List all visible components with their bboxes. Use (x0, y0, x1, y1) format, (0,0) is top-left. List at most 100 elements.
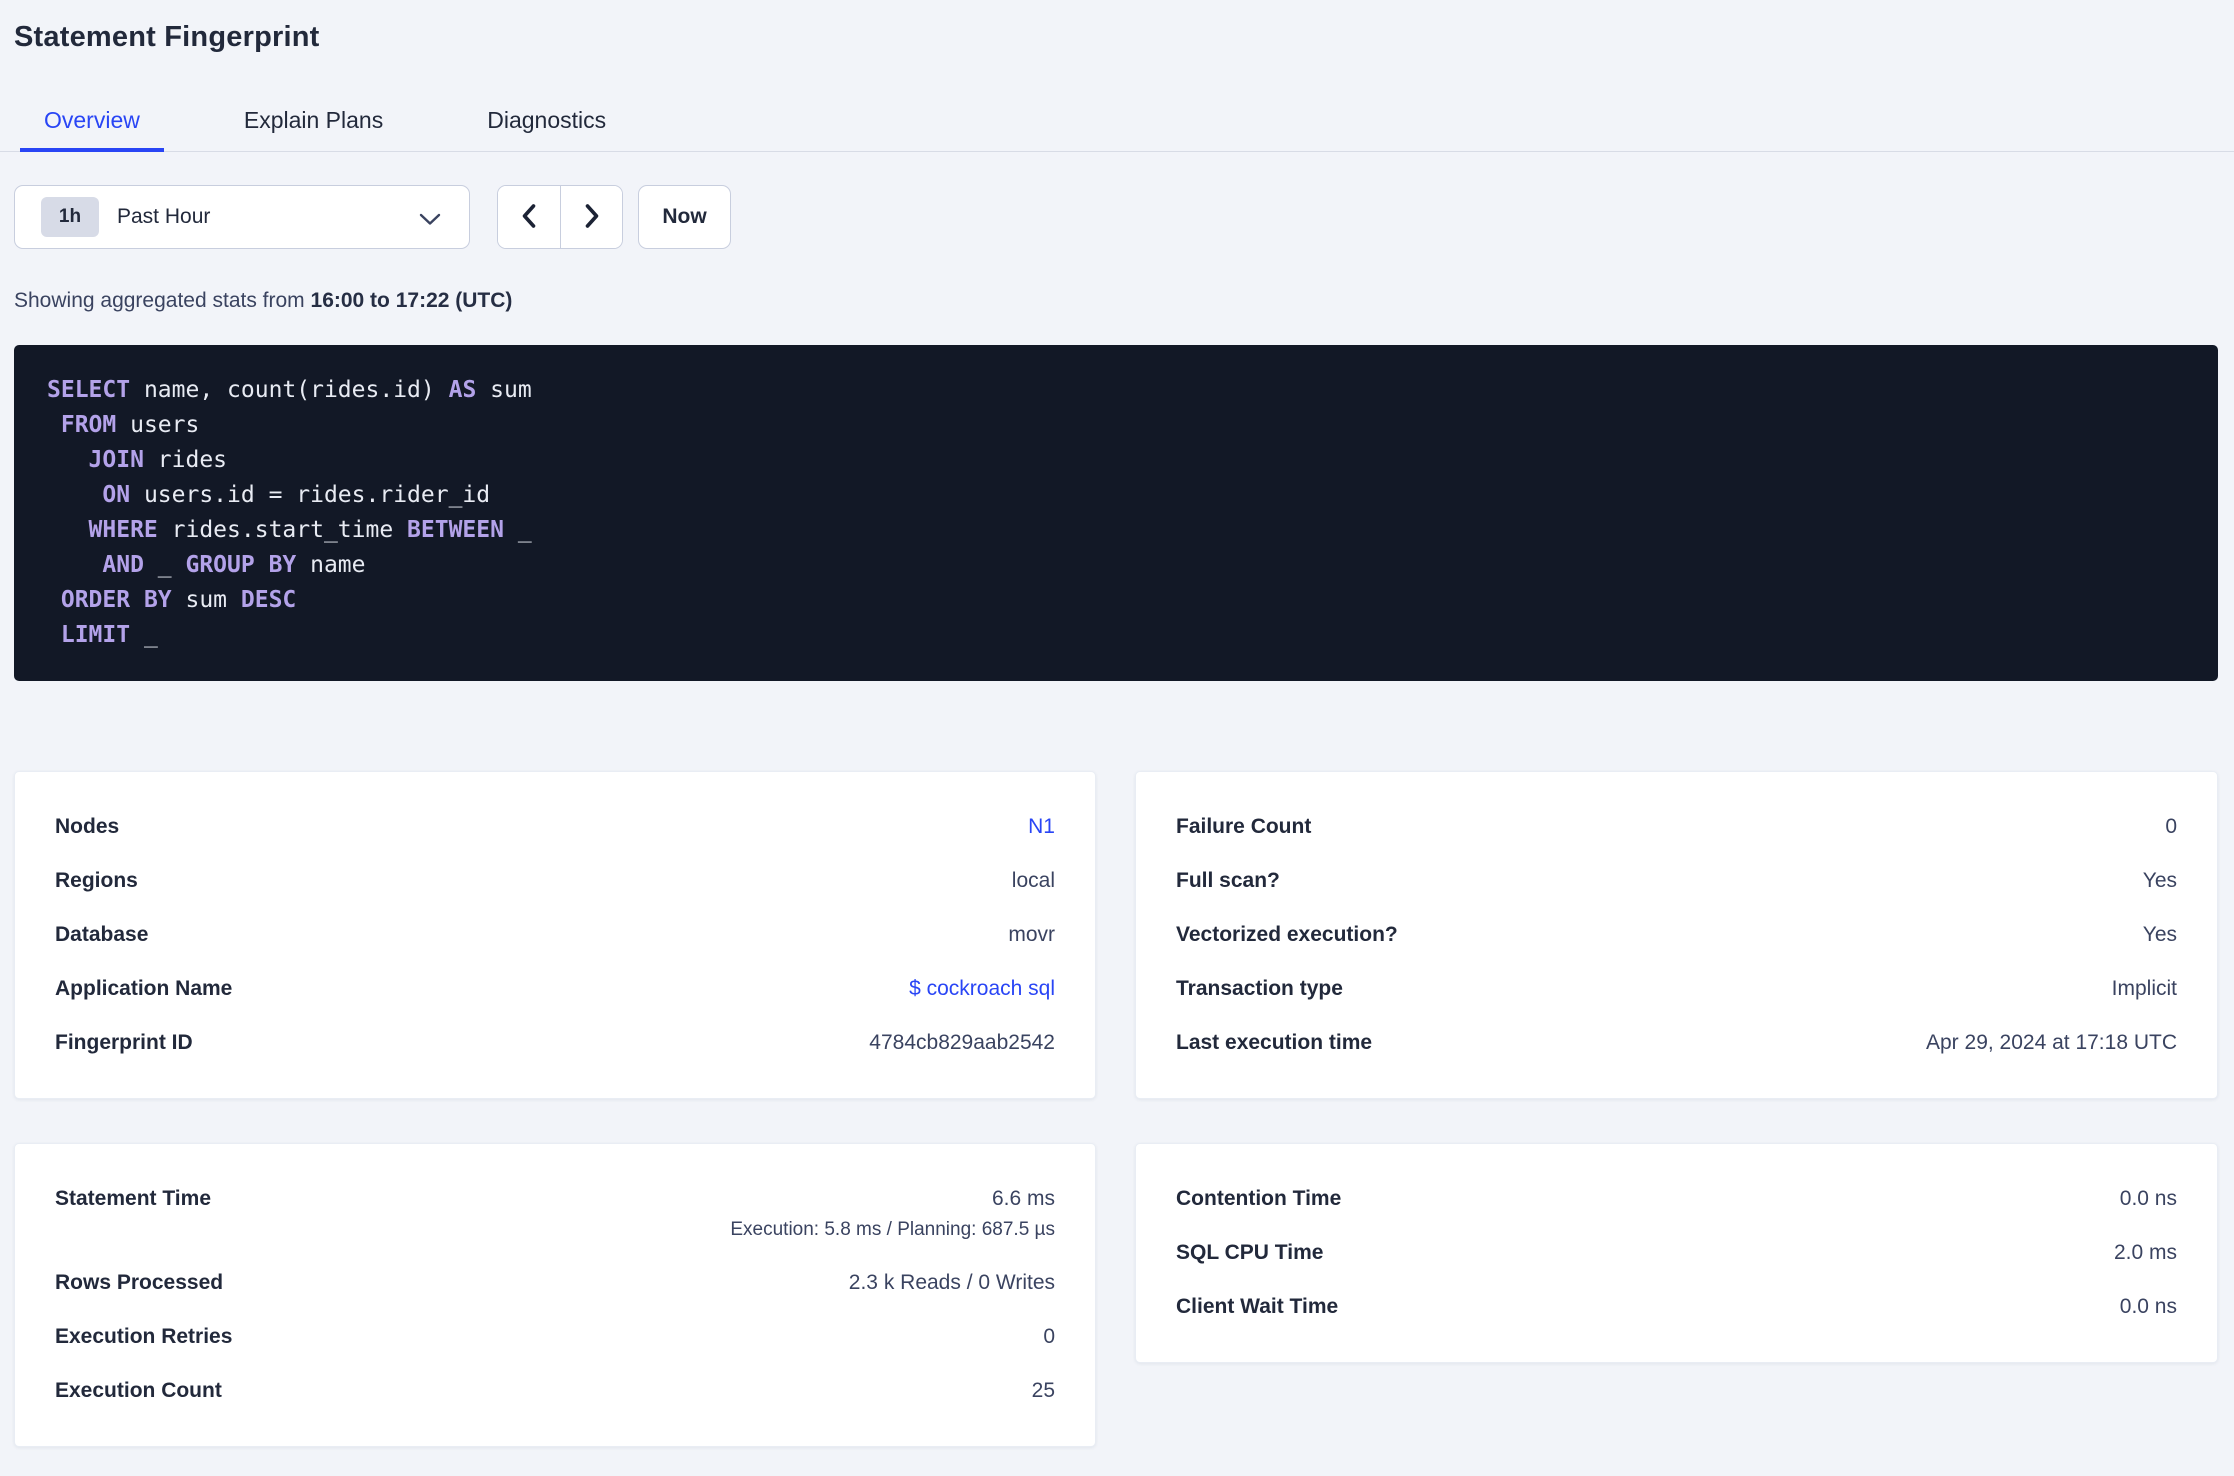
sql-keyword: ORDER BY (60, 587, 172, 613)
sql-line: WHERE rides.start_time BETWEEN _ (47, 513, 2188, 548)
sql-keyword: JOIN (88, 447, 144, 473)
row-caption: Execution: 5.8 ms / Planning: 687.5 µs (730, 1219, 1055, 1240)
row-label: Execution Retries (55, 1325, 233, 1348)
row-value: Yes (2142, 923, 2177, 946)
card-row: Contention Time 0.0 ns (1176, 1172, 2177, 1226)
sql-text: _ (130, 622, 158, 648)
wait-time-card: Contention Time 0.0 ns SQL CPU Time 2.0 ms C… (1135, 1143, 2218, 1363)
card-row: Execution Retries 0 (55, 1310, 1055, 1364)
row-value: 2.3 k Reads / 0 Writes (848, 1271, 1055, 1294)
row-label: Last execution time (1176, 1031, 1373, 1054)
row-value: local (1011, 869, 1055, 892)
card-row: Vectorized execution? Yes (1176, 908, 2177, 962)
interval-badge: 1h (41, 197, 99, 237)
sql-keyword: AND (102, 552, 144, 578)
time-controls: 1h Past Hour Now (14, 185, 2234, 249)
sql-keyword: DESC (240, 587, 297, 613)
row-value-link[interactable]: N1 (1028, 815, 1055, 839)
statement-fingerprint-page: { "page": { "title": "Statement Fingerpr… (0, 18, 2234, 1476)
sql-statement-box: SELECT name, count(rides.id) AS sum FROM… (14, 345, 2218, 681)
stats-summary: Showing aggregated stats from 16:00 to 1… (14, 289, 2234, 313)
sql-text: users (116, 412, 200, 438)
sql-text: _ (143, 552, 186, 578)
card-row: Nodes N1 (55, 800, 1055, 854)
tabs: Overview Explain Plans Diagnostics (0, 108, 2234, 152)
chevron-right-icon (581, 201, 603, 234)
card-row: Last execution time Apr 29, 2024 at 17:18… (1176, 1016, 2177, 1070)
sql-keyword: AS (448, 377, 477, 403)
card-row: Regions local (55, 854, 1055, 908)
row-label: Full scan? (1176, 869, 1280, 892)
sql-keyword: SELECT (47, 377, 131, 403)
row-label: Rows Processed (55, 1271, 224, 1294)
row-label: Nodes (55, 815, 120, 838)
sql-keyword: WHERE (88, 517, 158, 543)
previous-interval-button[interactable] (498, 186, 560, 248)
row-label: Transaction type (1176, 977, 1343, 1000)
sql-keyword: BETWEEN (407, 517, 504, 543)
tab-overview[interactable]: Overview (20, 108, 164, 152)
sql-text: sum (171, 587, 241, 613)
sql-text: name, count(rides.id) (130, 377, 449, 403)
row-value: 0.0 ns (2119, 1187, 2177, 1210)
sql-text: name (296, 552, 366, 578)
chevron-left-icon (518, 201, 540, 234)
sql-line: JOIN rides (47, 443, 2188, 478)
row-label: Fingerprint ID (55, 1031, 193, 1054)
row-label: Regions (55, 869, 138, 892)
sql-keyword: FROM (60, 412, 117, 438)
card-row: Full scan? Yes (1176, 854, 2177, 908)
sql-text: rides (143, 447, 228, 473)
row-label: Statement Time (55, 1187, 211, 1210)
interval-label: Past Hour (117, 205, 211, 228)
now-button[interactable]: Now (638, 185, 731, 249)
sql-text: rides.start_time (157, 517, 408, 543)
row-value: 0 (2165, 815, 2177, 838)
card-row: Fingerprint ID 4784cb829aab2542 (55, 1016, 1055, 1070)
next-interval-button[interactable] (560, 186, 622, 248)
row-label: Execution Count (55, 1379, 222, 1402)
sql-keyword: GROUP BY (185, 552, 297, 578)
row-value: 25 (1031, 1379, 1055, 1402)
overview-cards: Nodes N1 Regions local Database movr Applicati… (14, 771, 2218, 1447)
row-value: Apr 29, 2024 at 17:18 UTC (1926, 1031, 2177, 1054)
tab-diagnostics[interactable]: Diagnostics (463, 108, 630, 152)
sql-text: users.id = rides.rider_id (130, 482, 491, 508)
interval-stepper (497, 185, 623, 249)
sql-line: SELECT name, count(rides.id) AS sum (47, 373, 2188, 408)
card-row: Execution Count 25 (55, 1364, 1055, 1418)
sql-keyword: LIMIT (60, 622, 131, 648)
stats-summary-range: 16:00 to 17:22 (UTC) (310, 289, 513, 312)
card-row: Transaction type Implicit (1176, 962, 2177, 1016)
row-value-link[interactable]: $ cockroach sql (909, 977, 1055, 1001)
tab-explain-plans[interactable]: Explain Plans (220, 108, 407, 152)
row-value: 0 (1043, 1325, 1055, 1348)
row-label: Vectorized execution? (1176, 923, 1398, 946)
card-row: SQL CPU Time 2.0 ms (1176, 1226, 2177, 1280)
row-value: movr (1008, 923, 1055, 946)
card-row: Application Name $ cockroach sql (55, 962, 1055, 1016)
statement-time-card: Statement Time 6.6 ms Execution: 5.8 ms / … (14, 1143, 1096, 1447)
sql-keyword: ON (102, 482, 131, 508)
execution-attributes-card: Failure Count 0 Full scan? Yes Vectorized ex… (1135, 771, 2218, 1099)
sql-line: ON users.id = rides.rider_id (47, 478, 2188, 513)
row-value: 0.0 ns (2119, 1295, 2177, 1318)
row-value: 4784cb829aab2542 (869, 1031, 1055, 1054)
page-title: Statement Fingerprint (14, 21, 320, 53)
card-row: Rows Processed 2.3 k Reads / 0 Writes (55, 1256, 1055, 1310)
row-label: Failure Count (1176, 815, 1312, 838)
row-label: SQL CPU Time (1176, 1241, 1324, 1264)
statement-details-card: Nodes N1 Regions local Database movr Applicati… (14, 771, 1096, 1099)
row-label: Database (55, 923, 149, 946)
time-interval-dropdown[interactable]: 1h Past Hour (14, 185, 470, 249)
chevron-down-icon (419, 213, 441, 231)
row-value: 6.6 ms (991, 1187, 1055, 1210)
row-value: 2.0 ms (2113, 1241, 2177, 1264)
row-label: Application Name (55, 977, 233, 1000)
